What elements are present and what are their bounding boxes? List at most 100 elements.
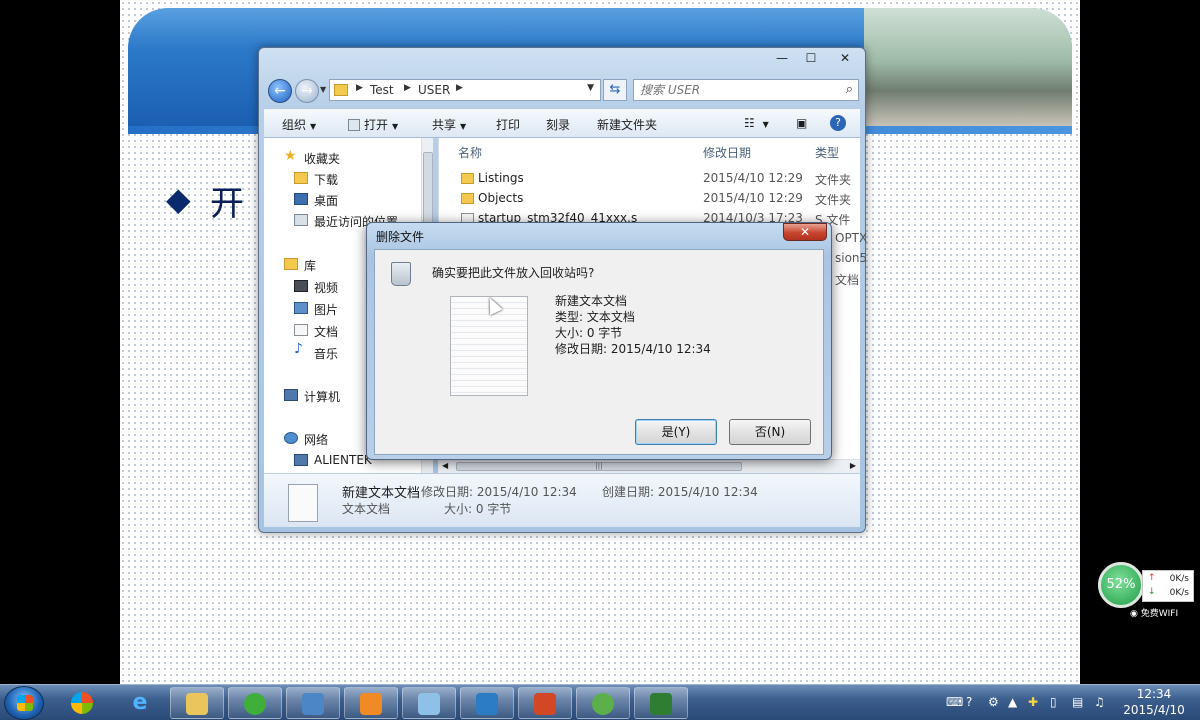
- burn-button[interactable]: 刻录: [546, 116, 570, 133]
- open-button[interactable]: 打开 ▼: [348, 116, 398, 133]
- network-speed-panel: ↑ 0K/s ↓ 0K/s: [1142, 570, 1194, 602]
- file-name: Objects: [478, 191, 524, 205]
- column-header-type[interactable]: 类型: [815, 144, 839, 161]
- taskbar-app-2[interactable]: [228, 687, 282, 719]
- search-box[interactable]: ⌕: [633, 79, 859, 101]
- taskbar-app-6[interactable]: [460, 687, 514, 719]
- taskbar-ie[interactable]: e: [114, 687, 168, 719]
- nav-pictures[interactable]: 图片: [314, 301, 338, 319]
- colorful-app-icon: [71, 692, 93, 714]
- taskbar-app-color-icon[interactable]: [56, 687, 110, 719]
- taskbar-app-7[interactable]: [518, 687, 572, 719]
- network-speed-widget[interactable]: 52% ↑ 0K/s ↓ 0K/s ◉ 免费WIFI: [1098, 562, 1194, 620]
- nav-favorites[interactable]: 收藏夹: [304, 150, 340, 167]
- taskbar-app-4[interactable]: [344, 687, 398, 719]
- windows-logo-icon: [17, 695, 33, 711]
- internet-explorer-icon: e: [132, 690, 148, 715]
- column-header-name[interactable]: 名称: [458, 144, 482, 161]
- nav-documents[interactable]: 文档: [314, 323, 338, 341]
- dialog-close-button[interactable]: ✕: [783, 223, 827, 241]
- scrollbar-thumb[interactable]: |||: [456, 462, 742, 471]
- taskbar-folder[interactable]: [170, 687, 224, 719]
- chevron-right-icon[interactable]: ▶: [456, 83, 463, 93]
- download-speed: 0K/s: [1169, 588, 1189, 598]
- help-icon[interactable]: ?: [830, 115, 846, 131]
- dialog-file-modified: 修改日期: 2015/4/10 12:34: [555, 342, 711, 356]
- back-button[interactable]: ←: [268, 79, 292, 103]
- new-folder-button[interactable]: 新建文件夹: [597, 116, 657, 133]
- organize-label: 组织: [282, 118, 307, 132]
- network-usage-badge[interactable]: 52%: [1098, 562, 1144, 608]
- network-tray-icon[interactable]: ▤: [1072, 695, 1083, 709]
- no-button[interactable]: 否(N): [729, 419, 811, 445]
- pdf-icon: [360, 693, 382, 715]
- taskbar-app-8[interactable]: [576, 687, 630, 719]
- upload-arrow-icon: ↑: [1148, 573, 1156, 583]
- nav-desktop[interactable]: 桌面: [314, 192, 338, 210]
- horizontal-scrollbar[interactable]: ◀ ||| ▶: [438, 459, 860, 473]
- file-type: OPTX: [835, 231, 868, 245]
- breadcrumb-user[interactable]: USER: [418, 83, 450, 97]
- file-type: 文档: [835, 273, 860, 287]
- yes-button[interactable]: 是(Y): [635, 419, 717, 445]
- keyboard-icon[interactable]: ⌨: [946, 695, 963, 709]
- close-button[interactable]: ✕: [825, 48, 865, 68]
- minimize-button[interactable]: —: [767, 48, 797, 68]
- share-button[interactable]: 共享 ▼: [432, 116, 466, 133]
- preview-pane-icon[interactable]: ▣: [796, 116, 807, 130]
- arrow-right-icon: →: [301, 83, 313, 99]
- breadcrumb-test[interactable]: Test: [370, 83, 394, 97]
- start-button[interactable]: [4, 686, 44, 720]
- videos-icon: [294, 280, 308, 292]
- chevron-right-icon[interactable]: ▶: [404, 83, 411, 93]
- recycle-bin-icon: [391, 262, 411, 286]
- forward-button[interactable]: →: [295, 79, 319, 103]
- volume-icon[interactable]: ♫: [1094, 695, 1105, 709]
- refresh-button[interactable]: ⇆: [603, 79, 627, 101]
- table-row[interactable]: Listings 2015/4/10 12:29 文件夹: [439, 169, 861, 189]
- address-bar[interactable]: ▶ Test ▶ USER ▶ ▼: [329, 79, 601, 101]
- desktop-icon: [294, 193, 308, 205]
- taskbar-app-9[interactable]: [634, 687, 688, 719]
- taskbar-app-5[interactable]: [402, 687, 456, 719]
- tray-app-icon[interactable]: ⚙: [988, 695, 999, 709]
- chevron-down-icon: ▼: [392, 122, 399, 131]
- nav-videos[interactable]: 视频: [314, 279, 338, 297]
- address-dropdown-icon[interactable]: ▼: [587, 83, 594, 93]
- free-wifi-label[interactable]: ◉ 免费WIFI: [1130, 606, 1178, 619]
- tray-plus-icon[interactable]: ✚: [1028, 695, 1038, 709]
- search-icon[interactable]: ⌕: [846, 82, 853, 97]
- scroll-left-icon[interactable]: ◀: [442, 461, 448, 470]
- folder-icon: [186, 693, 208, 715]
- taskbar-app-3[interactable]: [286, 687, 340, 719]
- taskbar: e ⌨ ? ⚙ ▲ ✚ ▯ ▤ ♫ 12:34 2015/4/10: [0, 684, 1200, 720]
- print-button[interactable]: 打印: [496, 116, 520, 133]
- notes-icon: [418, 693, 440, 715]
- arrow-left-icon: ←: [274, 83, 286, 99]
- column-header-date[interactable]: 修改日期: [703, 144, 751, 161]
- tray-clock[interactable]: 12:34 2015/4/10: [1114, 686, 1194, 718]
- file-type: sion5: [835, 251, 868, 265]
- scroll-right-icon[interactable]: ▶: [850, 461, 856, 470]
- history-dropdown-icon[interactable]: ▼: [320, 85, 326, 94]
- delete-file-dialog: 删除文件 ✕ 确实要把此文件放入回收站吗? 新建文本文档 类型: 文本文档 大小…: [366, 222, 832, 460]
- tray-device-icon[interactable]: ▯: [1050, 695, 1057, 709]
- organize-button[interactable]: 组织 ▼: [282, 116, 316, 133]
- nav-network[interactable]: 网络: [304, 431, 328, 448]
- open-file-icon: [348, 119, 360, 131]
- help-icon[interactable]: ?: [966, 695, 972, 709]
- view-options-icon[interactable]: ☷ ▼: [744, 116, 769, 130]
- refresh-icon: ⇆: [609, 82, 621, 97]
- nav-music[interactable]: 音乐: [314, 345, 338, 363]
- search-input[interactable]: [640, 82, 830, 98]
- show-hidden-icons-icon[interactable]: ▲: [1008, 695, 1017, 709]
- text-document-icon: [288, 484, 318, 522]
- details-file-kind: 文本文档: [342, 502, 391, 516]
- nav-downloads[interactable]: 下载: [314, 171, 338, 189]
- nav-alientek[interactable]: ALIENTEK: [314, 453, 372, 471]
- table-row[interactable]: Objects 2015/4/10 12:29 文件夹: [439, 189, 861, 209]
- maximize-button[interactable]: ☐: [797, 48, 825, 68]
- slide-bullet-icon: ◆: [166, 180, 191, 218]
- nav-libraries[interactable]: 库: [304, 257, 316, 274]
- nav-computer[interactable]: 计算机: [304, 388, 340, 405]
